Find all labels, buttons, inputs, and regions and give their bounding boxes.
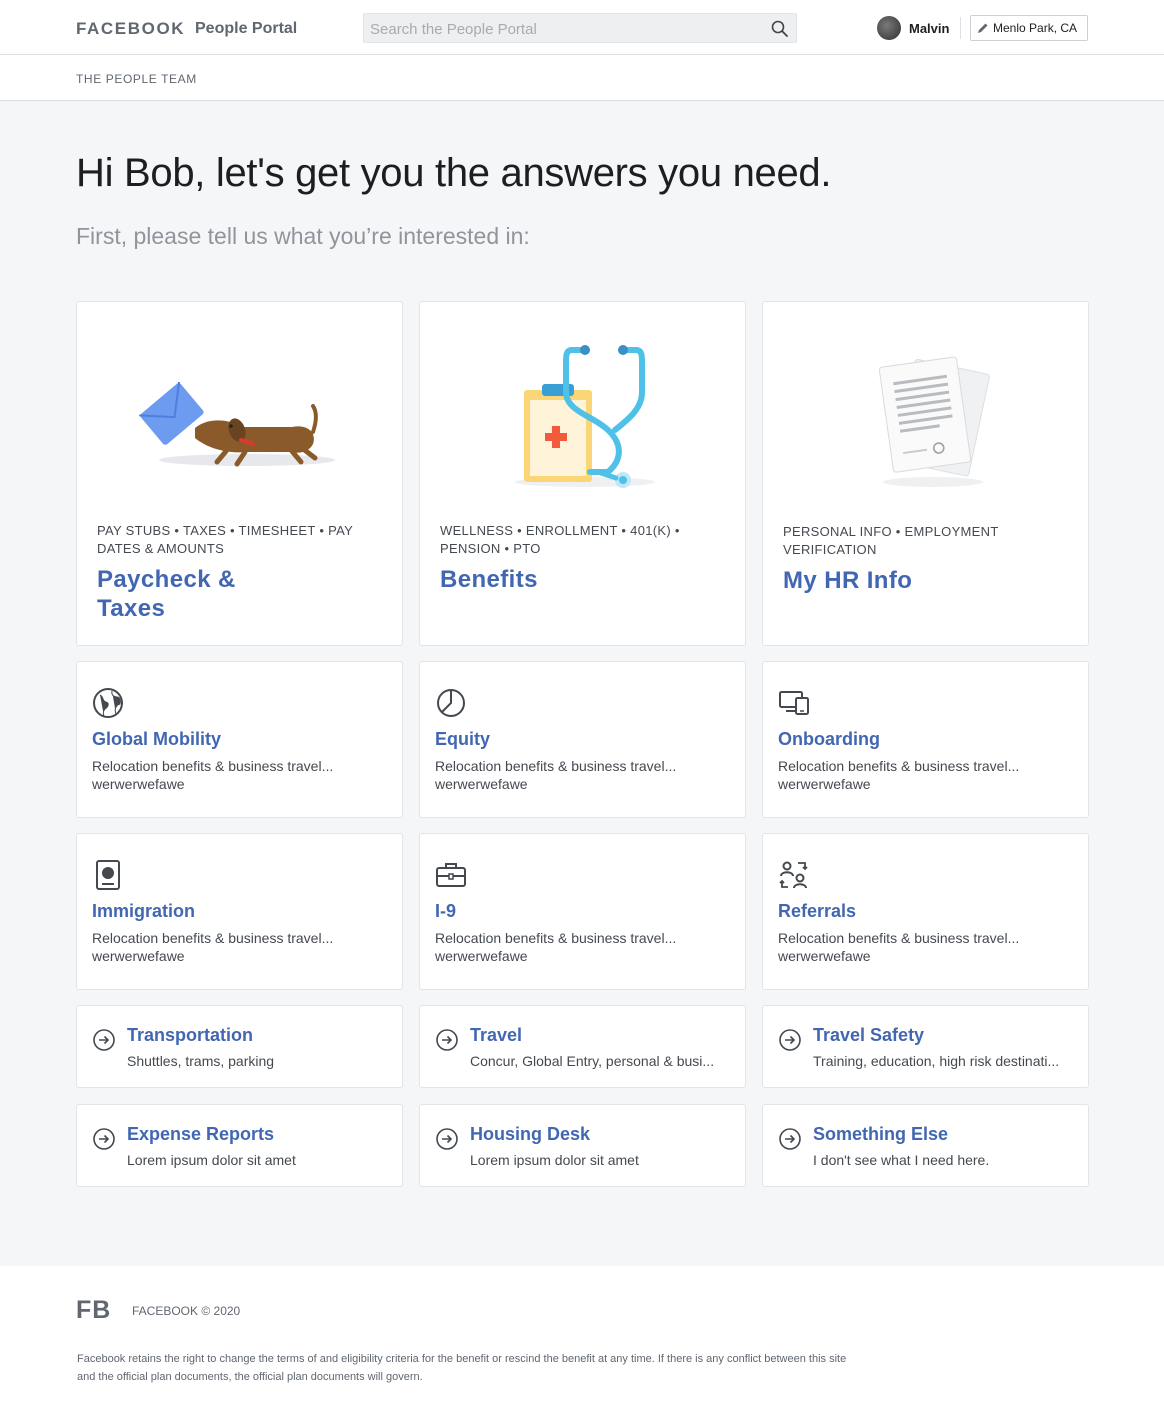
card-description: Lorem ipsum dolor sit amet (470, 1152, 639, 1168)
card-description: Relocation benefits & business travel...… (92, 758, 334, 792)
card-equity[interactable]: Equity Relocation benefits & business tr… (419, 661, 746, 818)
card-i9[interactable]: I-9 Relocation benefits & business trave… (419, 833, 746, 990)
search-icon[interactable] (770, 19, 790, 39)
card-benefits[interactable]: WELLNESS • ENROLLMENT • 401(K) • PENSION… (419, 301, 746, 646)
card-title[interactable]: Something Else (813, 1124, 948, 1145)
globe-icon (93, 688, 123, 718)
clipboard-stethoscope-illustration (515, 345, 655, 488)
avatar[interactable] (877, 16, 901, 40)
location-button[interactable]: Menlo Park, CA (970, 15, 1088, 41)
interest-prompt: First, please tell us what you’re intere… (76, 223, 530, 249)
passport-icon (96, 860, 120, 890)
card-tags: PAY STUBS • TAXES • TIMESHEET • PAY DATE… (97, 523, 353, 556)
card-tags: PERSONAL INFO • EMPLOYMENT VERIFICATION (783, 524, 999, 557)
card-description: Relocation benefits & business travel...… (778, 930, 1020, 964)
card-title[interactable]: Equity (435, 729, 490, 750)
card-title[interactable]: Travel (470, 1025, 522, 1046)
card-description: Relocation benefits & business travel...… (92, 930, 334, 964)
card-description: Training, education, high risk destinati… (813, 1053, 1060, 1069)
documents-illustration (878, 356, 990, 487)
search-bar (363, 13, 797, 43)
card-something-else[interactable]: Something Else I don't see what I need h… (762, 1104, 1089, 1187)
card-description: Shuttles, trams, parking (127, 1053, 275, 1069)
sub-nav: THE PEOPLE TEAM (0, 55, 1164, 101)
card-housing-desk[interactable]: Housing Desk Lorem ipsum dolor sit amet (419, 1104, 746, 1187)
card-travel[interactable]: Travel Concur, Global Entry, personal & … (419, 1005, 746, 1088)
card-global-mobility[interactable]: Global Mobility Relocation benefits & bu… (76, 661, 403, 818)
card-title[interactable]: I-9 (435, 901, 456, 922)
card-description: I don't see what I need here. (813, 1152, 990, 1168)
card-title[interactable]: Transportation (127, 1025, 253, 1046)
arrow-circle-icon (779, 1128, 801, 1150)
top-nav: FACEBOOK People Portal Malvin Menlo Park… (0, 0, 1164, 55)
greeting-heading: Hi Bob, let's get you the answers you ne… (76, 151, 832, 195)
card-title[interactable]: Immigration (92, 901, 195, 922)
card-description: Lorem ipsum dolor sit amet (127, 1152, 296, 1168)
card-tags: WELLNESS • ENROLLMENT • 401(K) • PENSION… (440, 523, 680, 556)
arrow-circle-icon (779, 1029, 801, 1051)
arrow-circle-icon (93, 1128, 115, 1150)
card-description: Relocation benefits & business travel...… (435, 758, 677, 792)
card-onboarding[interactable]: Onboarding Relocation benefits & busines… (762, 661, 1089, 818)
copyright: FACEBOOK © 2020 (132, 1304, 241, 1318)
briefcase-icon (436, 863, 466, 887)
card-paycheck-taxes[interactable]: PAY STUBS • TAXES • TIMESHEET • PAY DATE… (76, 301, 403, 646)
pie-chart-icon (437, 689, 465, 717)
card-title[interactable]: Paycheck & Taxes (97, 565, 297, 623)
pencil-icon (978, 23, 988, 33)
card-title[interactable]: Travel Safety (813, 1025, 924, 1046)
card-title[interactable]: My HR Info (783, 566, 983, 595)
legal-disclaimer: Facebook retains the right to change the… (77, 1353, 847, 1383)
card-my-hr-info[interactable]: PERSONAL INFO • EMPLOYMENT VERIFICATION … (762, 301, 1089, 646)
card-immigration[interactable]: Immigration Relocation benefits & busine… (76, 833, 403, 990)
card-expense-reports[interactable]: Expense Reports Lorem ipsum dolor sit am… (76, 1104, 403, 1187)
card-title[interactable]: Global Mobility (92, 729, 221, 750)
footer-logo: FB (76, 1296, 112, 1324)
divider (960, 17, 961, 39)
card-description: Relocation benefits & business travel...… (778, 758, 1020, 792)
search-input[interactable] (370, 19, 760, 39)
card-description: Concur, Global Entry, personal & busi... (470, 1053, 715, 1069)
brand-logo[interactable]: FACEBOOK (76, 19, 185, 39)
user-name[interactable]: Malvin (909, 21, 949, 36)
arrow-circle-icon (436, 1029, 458, 1051)
card-referrals[interactable]: Referrals Relocation benefits & business… (762, 833, 1089, 990)
card-description: Relocation benefits & business travel...… (435, 930, 677, 964)
card-transportation[interactable]: Transportation Shuttles, trams, parking (76, 1005, 403, 1088)
dog-envelope-illustration (139, 381, 335, 467)
card-title[interactable]: Housing Desk (470, 1124, 590, 1145)
people-exchange-icon (779, 861, 808, 889)
card-title[interactable]: Benefits (440, 565, 640, 594)
card-title[interactable]: Expense Reports (127, 1124, 274, 1145)
card-title[interactable]: Referrals (778, 901, 856, 922)
arrow-circle-icon (436, 1128, 458, 1150)
footer: FB FACEBOOK © 2020 Facebook retains the … (0, 1266, 1164, 1417)
portal-name[interactable]: People Portal (195, 20, 297, 38)
team-link[interactable]: THE PEOPLE TEAM (76, 72, 197, 86)
card-travel-safety[interactable]: Travel Safety Training, education, high … (762, 1005, 1089, 1088)
devices-icon (779, 691, 809, 715)
main-content: Hi Bob, let's get you the answers you ne… (0, 101, 1164, 1266)
card-title[interactable]: Onboarding (778, 729, 880, 750)
location-label: Menlo Park, CA (993, 21, 1078, 35)
arrow-circle-icon (93, 1029, 115, 1051)
